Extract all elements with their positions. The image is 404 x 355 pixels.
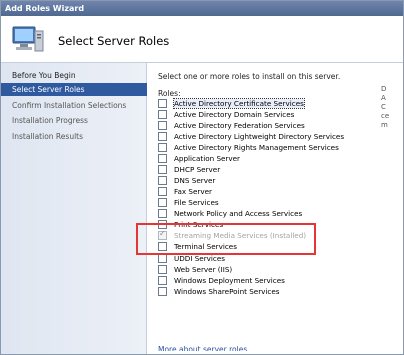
description-fragment: C bbox=[381, 103, 386, 111]
role-row[interactable]: Active Directory Certificate Services bbox=[158, 98, 380, 109]
page-title: Select Server Roles bbox=[58, 34, 170, 48]
role-checkbox[interactable] bbox=[158, 276, 167, 285]
sidebar-item-installation-results: Installation Results bbox=[12, 132, 84, 141]
role-row[interactable]: Active Directory Federation Services bbox=[158, 120, 380, 131]
role-checkbox[interactable] bbox=[158, 99, 167, 108]
description-fragment: A bbox=[381, 94, 386, 102]
main-content: Select one or more roles to install on t… bbox=[148, 63, 403, 354]
role-label[interactable]: Active Directory Federation Services bbox=[174, 121, 305, 130]
role-label[interactable]: Windows SharePoint Services bbox=[174, 287, 280, 296]
role-checkbox[interactable] bbox=[158, 165, 167, 174]
role-checkbox[interactable] bbox=[158, 176, 167, 185]
sidebar-item-before-you-begin[interactable]: Before You Begin bbox=[1, 69, 147, 82]
roles-list[interactable]: Active Directory Certificate Services Ac… bbox=[158, 98, 380, 346]
description-pane-cutoff: D A C ce m bbox=[381, 85, 403, 135]
role-row[interactable]: Fax Server bbox=[158, 186, 380, 197]
window-title: Add Roles Wizard bbox=[5, 4, 85, 13]
role-label[interactable]: DHCP Server bbox=[174, 165, 220, 174]
instruction-text: Select one or more roles to install on t… bbox=[158, 72, 341, 81]
more-about-roles-link[interactable]: More about server roles bbox=[158, 345, 247, 351]
role-checkbox[interactable] bbox=[158, 209, 167, 218]
sidebar-item-select-server-roles[interactable]: Select Server Roles bbox=[1, 83, 147, 96]
role-row[interactable]: File Services bbox=[158, 197, 380, 208]
role-checkbox[interactable] bbox=[158, 287, 167, 296]
role-checkbox[interactable] bbox=[158, 187, 167, 196]
role-checkbox[interactable] bbox=[158, 132, 167, 141]
wizard-header: Select Server Roles bbox=[1, 16, 403, 63]
role-row[interactable]: Windows Deployment Services bbox=[158, 275, 380, 286]
role-checkbox[interactable] bbox=[158, 143, 167, 152]
role-checkbox[interactable] bbox=[158, 154, 167, 163]
role-label[interactable]: Fax Server bbox=[174, 187, 212, 196]
role-row[interactable]: Web Server (IIS) bbox=[158, 264, 380, 275]
role-label[interactable]: File Services bbox=[174, 198, 219, 207]
role-label[interactable]: Active Directory Lightweight Directory S… bbox=[174, 132, 344, 141]
role-label[interactable]: Active Directory Certificate Services bbox=[173, 98, 305, 109]
role-label[interactable]: UDDI Services bbox=[174, 254, 225, 263]
server-computer-icon bbox=[12, 26, 44, 52]
description-fragment: D bbox=[381, 85, 387, 93]
role-row[interactable]: Active Directory Domain Services bbox=[158, 109, 380, 120]
role-checkbox[interactable] bbox=[158, 121, 167, 130]
role-row[interactable]: Windows SharePoint Services bbox=[158, 286, 380, 297]
wizard-window: Add Roles Wizard Select Server Roles Bef… bbox=[0, 0, 404, 355]
wizard-steps-sidebar: Before You Begin Select Server Roles Con… bbox=[1, 63, 147, 354]
role-label[interactable]: Network Policy and Access Services bbox=[174, 209, 302, 218]
sidebar-item-installation-progress: Installation Progress bbox=[12, 116, 88, 125]
role-row[interactable]: Active Directory Rights Management Servi… bbox=[158, 142, 380, 153]
role-label[interactable]: DNS Server bbox=[174, 176, 215, 185]
role-checkbox[interactable] bbox=[158, 110, 167, 119]
description-fragment: ce bbox=[381, 112, 390, 120]
roles-label: Roles: bbox=[158, 89, 181, 98]
role-label[interactable]: Web Server (IIS) bbox=[174, 265, 232, 274]
role-label[interactable]: Windows Deployment Services bbox=[174, 276, 285, 285]
sidebar-item-confirm-installation: Confirm Installation Selections bbox=[12, 101, 127, 110]
role-row[interactable]: DHCP Server bbox=[158, 164, 380, 175]
role-row[interactable]: Active Directory Lightweight Directory S… bbox=[158, 131, 380, 142]
role-row[interactable]: Network Policy and Access Services bbox=[158, 208, 380, 219]
role-label[interactable]: Active Directory Domain Services bbox=[174, 110, 294, 119]
highlight-annotation-box bbox=[136, 223, 316, 255]
role-checkbox[interactable] bbox=[158, 198, 167, 207]
role-label[interactable]: Application Server bbox=[174, 154, 240, 163]
window-titlebar[interactable]: Add Roles Wizard bbox=[1, 1, 403, 16]
role-row[interactable]: DNS Server bbox=[158, 175, 380, 186]
role-checkbox[interactable] bbox=[158, 265, 167, 274]
role-label[interactable]: Active Directory Rights Management Servi… bbox=[174, 143, 339, 152]
description-fragment: m bbox=[381, 121, 388, 129]
role-row[interactable]: Application Server bbox=[158, 153, 380, 164]
role-checkbox[interactable] bbox=[158, 254, 167, 263]
